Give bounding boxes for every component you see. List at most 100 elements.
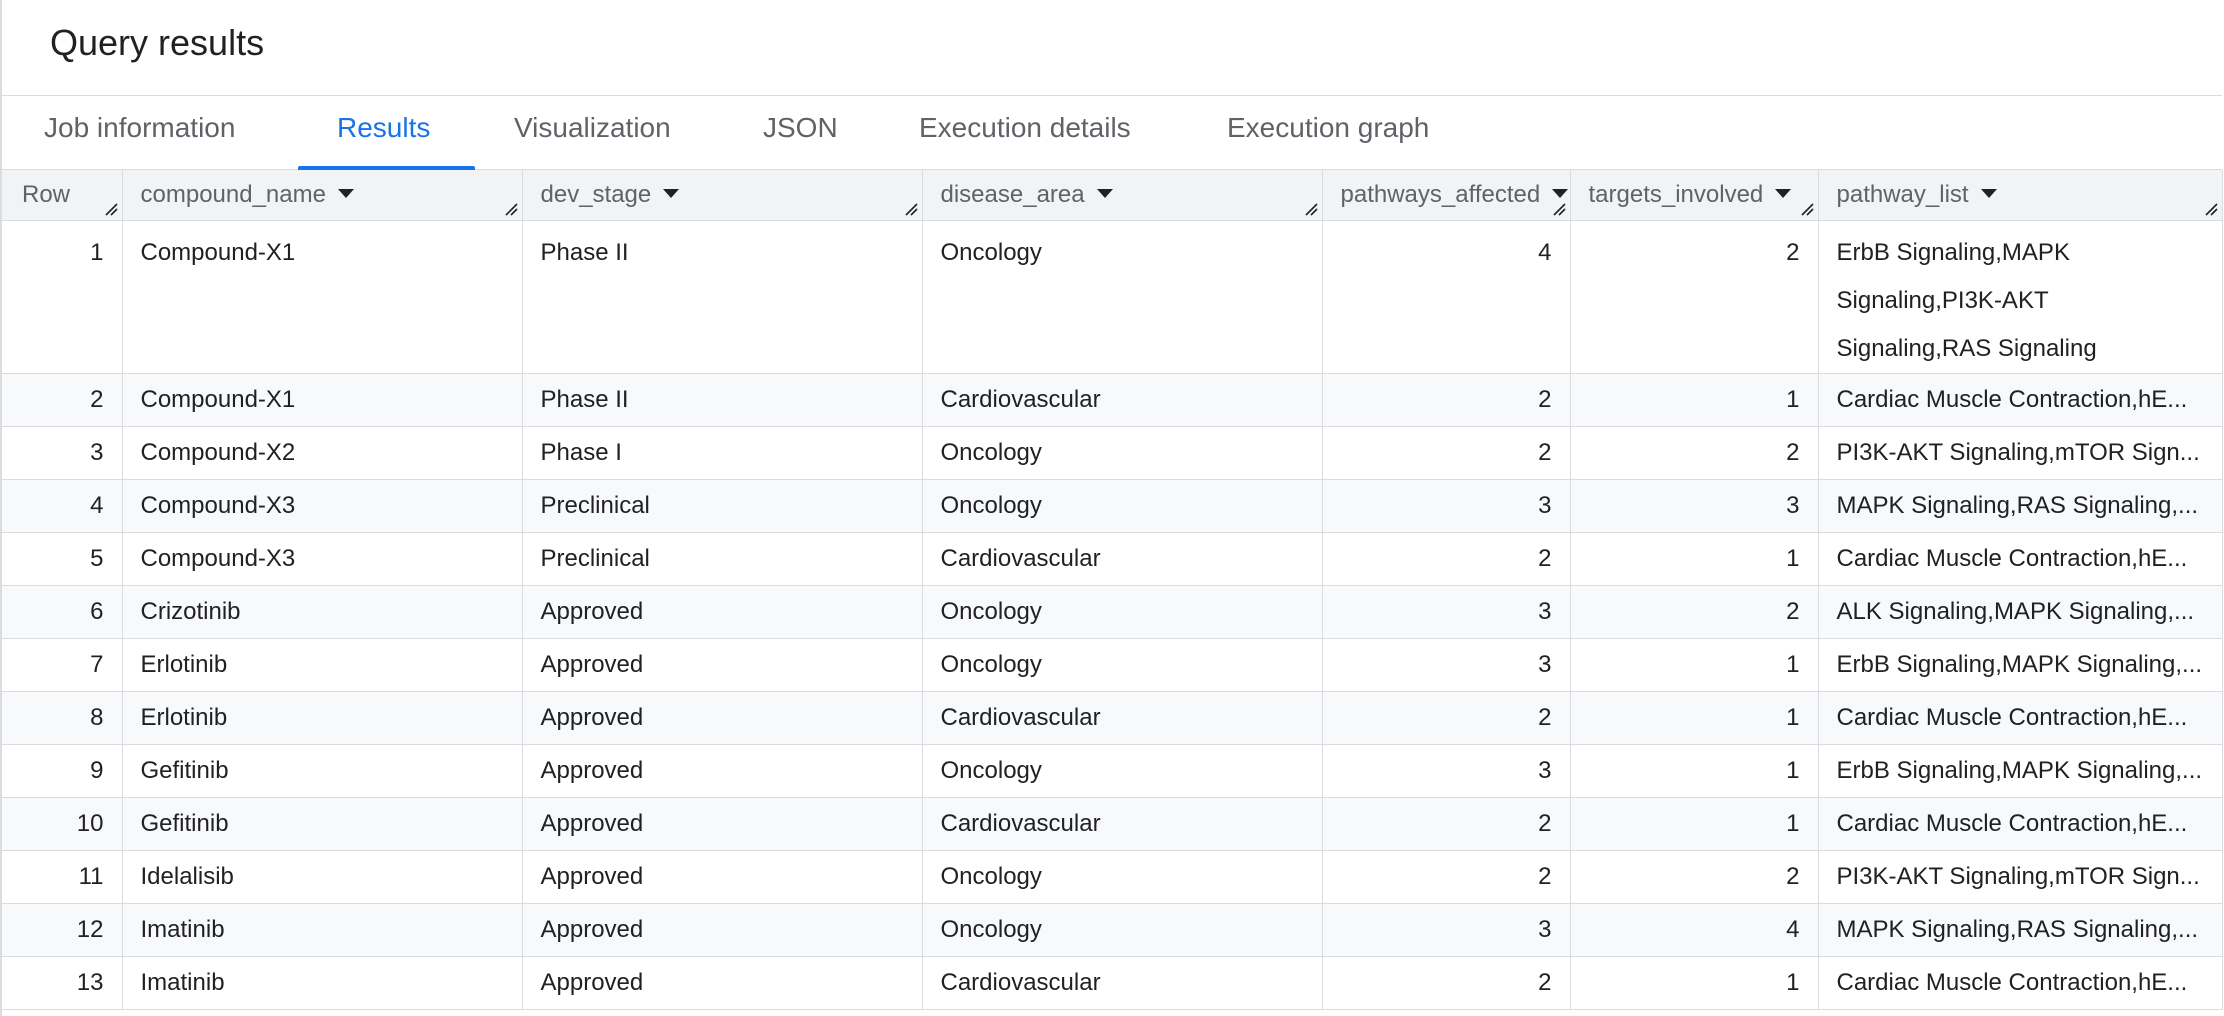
column-header-targets-involved[interactable]: targets_involved [1570, 170, 1819, 221]
column-resize-icon[interactable] [1304, 202, 1318, 216]
cell-disease-area: Oncology [922, 585, 1323, 639]
cell-pathways-affected: 2 [1322, 373, 1571, 427]
table-row[interactable]: 6 Crizotinib Approved Oncology 3 2 ALK S… [2, 585, 2223, 639]
cell-targets-involved: 2 [1570, 220, 1819, 374]
cell-disease-area: Oncology [922, 744, 1323, 798]
cell-pathway-list: Cardiac Muscle Contraction,hE... [1818, 691, 2223, 745]
cell-disease-area: Oncology [922, 638, 1323, 692]
table-row[interactable]: 5 Compound-X3 Preclinical Cardiovascular… [2, 532, 2223, 586]
column-resize-icon[interactable] [2204, 202, 2218, 216]
cell-pathways-affected: 3 [1322, 479, 1571, 533]
cell-row-number: 9 [2, 744, 123, 798]
cell-pathways-affected: 3 [1322, 903, 1571, 957]
column-header-label: dev_stage [540, 180, 652, 208]
cell-row-number: 4 [2, 479, 123, 533]
column-header-pathways-affected[interactable]: pathways_affected [1322, 170, 1571, 221]
cell-compound-name: Erlotinib [122, 638, 523, 692]
cell-targets-involved: 1 [1570, 797, 1819, 851]
cell-compound-name: Crizotinib [122, 585, 523, 639]
table-row[interactable]: 11 Idelalisib Approved Oncology 2 2 PI3K… [2, 850, 2223, 904]
table-row[interactable]: 4 Compound-X3 Preclinical Oncology 3 3 M… [2, 479, 2223, 533]
caret-down-icon[interactable] [1096, 188, 1113, 198]
table-row[interactable]: 7 Erlotinib Approved Oncology 3 1 ErbB S… [2, 638, 2223, 692]
cell-pathway-list: PI3K-AKT Signaling,mTOR Sign... [1818, 426, 2223, 480]
cell-dev-stage: Approved [522, 956, 923, 1010]
caret-down-icon[interactable] [1552, 188, 1569, 198]
column-header-compound-name[interactable]: compound_name [122, 170, 523, 221]
table-row[interactable]: 10 Gefitinib Approved Cardiovascular 2 1… [2, 797, 2223, 851]
cell-pathways-affected: 2 [1322, 532, 1571, 586]
cell-row-number: 1 [2, 220, 123, 374]
column-header-label: Row [22, 180, 71, 208]
table-row[interactable]: 12 Imatinib Approved Oncology 3 4 MAPK S… [2, 903, 2223, 957]
column-header-row[interactable]: Row [2, 170, 123, 221]
column-resize-icon[interactable] [504, 202, 518, 216]
cell-pathways-affected: 2 [1322, 850, 1571, 904]
cell-dev-stage: Preclinical [522, 479, 923, 533]
table-row[interactable]: 2 Compound-X1 Phase II Cardiovascular 2 … [2, 373, 2223, 427]
tab-json[interactable]: JSON [763, 112, 838, 144]
caret-down-icon[interactable] [663, 188, 680, 198]
cell-compound-name: Erlotinib [122, 691, 523, 745]
cell-row-number: 5 [2, 532, 123, 586]
column-header-pathway-list[interactable]: pathway_list [1818, 170, 2223, 221]
cell-row-number: 10 [2, 797, 123, 851]
column-resize-icon[interactable] [104, 202, 118, 216]
cell-compound-name: Imatinib [122, 903, 523, 957]
table-row[interactable]: 1 Compound-X1 Phase II Oncology 4 2 ErbB… [2, 220, 2223, 374]
cell-dev-stage: Approved [522, 585, 923, 639]
cell-disease-area: Oncology [922, 903, 1323, 957]
table-row[interactable]: 8 Erlotinib Approved Cardiovascular 2 1 … [2, 691, 2223, 745]
column-header-dev-stage[interactable]: dev_stage [522, 170, 923, 221]
column-header-label: targets_involved [1588, 180, 1764, 208]
tab-execution-graph[interactable]: Execution graph [1227, 112, 1429, 144]
cell-row-number: 13 [2, 956, 123, 1010]
tab-results[interactable]: Results [337, 112, 430, 144]
cell-pathways-affected: 2 [1322, 691, 1571, 745]
page-title: Query results [50, 22, 265, 63]
cell-disease-area: Cardiovascular [922, 797, 1323, 851]
caret-down-icon[interactable] [337, 188, 354, 198]
tab-execution-details[interactable]: Execution details [919, 112, 1131, 144]
cell-disease-area: Oncology [922, 850, 1323, 904]
column-resize-icon[interactable] [1800, 202, 1814, 216]
cell-dev-stage: Approved [522, 797, 923, 851]
cell-dev-stage: Preclinical [522, 532, 923, 586]
cell-compound-name: Gefitinib [122, 797, 523, 851]
cell-pathway-list: ErbB Signaling,MAPK Signaling,... [1818, 744, 2223, 798]
cell-disease-area: Oncology [922, 220, 1323, 374]
cell-pathway-list: Cardiac Muscle Contraction,hE... [1818, 532, 2223, 586]
cell-dev-stage: Approved [522, 850, 923, 904]
caret-down-icon[interactable] [1980, 188, 1997, 198]
cell-targets-involved: 2 [1570, 426, 1819, 480]
cell-targets-involved: 1 [1570, 956, 1819, 1010]
cell-disease-area: Cardiovascular [922, 373, 1323, 427]
cell-targets-involved: 2 [1570, 850, 1819, 904]
cell-disease-area: Oncology [922, 426, 1323, 480]
cell-row-number: 11 [2, 850, 123, 904]
cell-dev-stage: Phase I [522, 426, 923, 480]
cell-row-number: 12 [2, 903, 123, 957]
tab-job-information[interactable]: Job information [44, 112, 235, 144]
column-header-label: compound_name [140, 180, 326, 208]
table-row[interactable]: 13 Imatinib Approved Cardiovascular 2 1 … [2, 956, 2223, 1010]
cell-row-number: 8 [2, 691, 123, 745]
table-row[interactable]: 3 Compound-X2 Phase I Oncology 2 2 PI3K-… [2, 426, 2223, 480]
column-header-disease-area[interactable]: disease_area [922, 170, 1323, 221]
cell-pathway-list: Cardiac Muscle Contraction,hE... [1818, 797, 2223, 851]
query-results-panel: Query results Job information Results Vi… [0, 0, 2223, 1016]
column-header-label: pathway_list [1836, 180, 1969, 208]
table-row[interactable]: 9 Gefitinib Approved Oncology 3 1 ErbB S… [2, 744, 2223, 798]
column-resize-icon[interactable] [904, 202, 918, 216]
cell-pathways-affected: 3 [1322, 638, 1571, 692]
cell-compound-name: Imatinib [122, 956, 523, 1010]
cell-row-number: 6 [2, 585, 123, 639]
tab-visualization[interactable]: Visualization [514, 112, 671, 144]
table-header-row: Row compound_name dev_stage disease_area… [2, 170, 2223, 221]
cell-disease-area: Cardiovascular [922, 691, 1323, 745]
cell-dev-stage: Approved [522, 638, 923, 692]
cell-pathways-affected: 2 [1322, 797, 1571, 851]
cell-disease-area: Cardiovascular [922, 956, 1323, 1010]
caret-down-icon[interactable] [1775, 188, 1792, 198]
column-resize-icon[interactable] [1552, 202, 1566, 216]
